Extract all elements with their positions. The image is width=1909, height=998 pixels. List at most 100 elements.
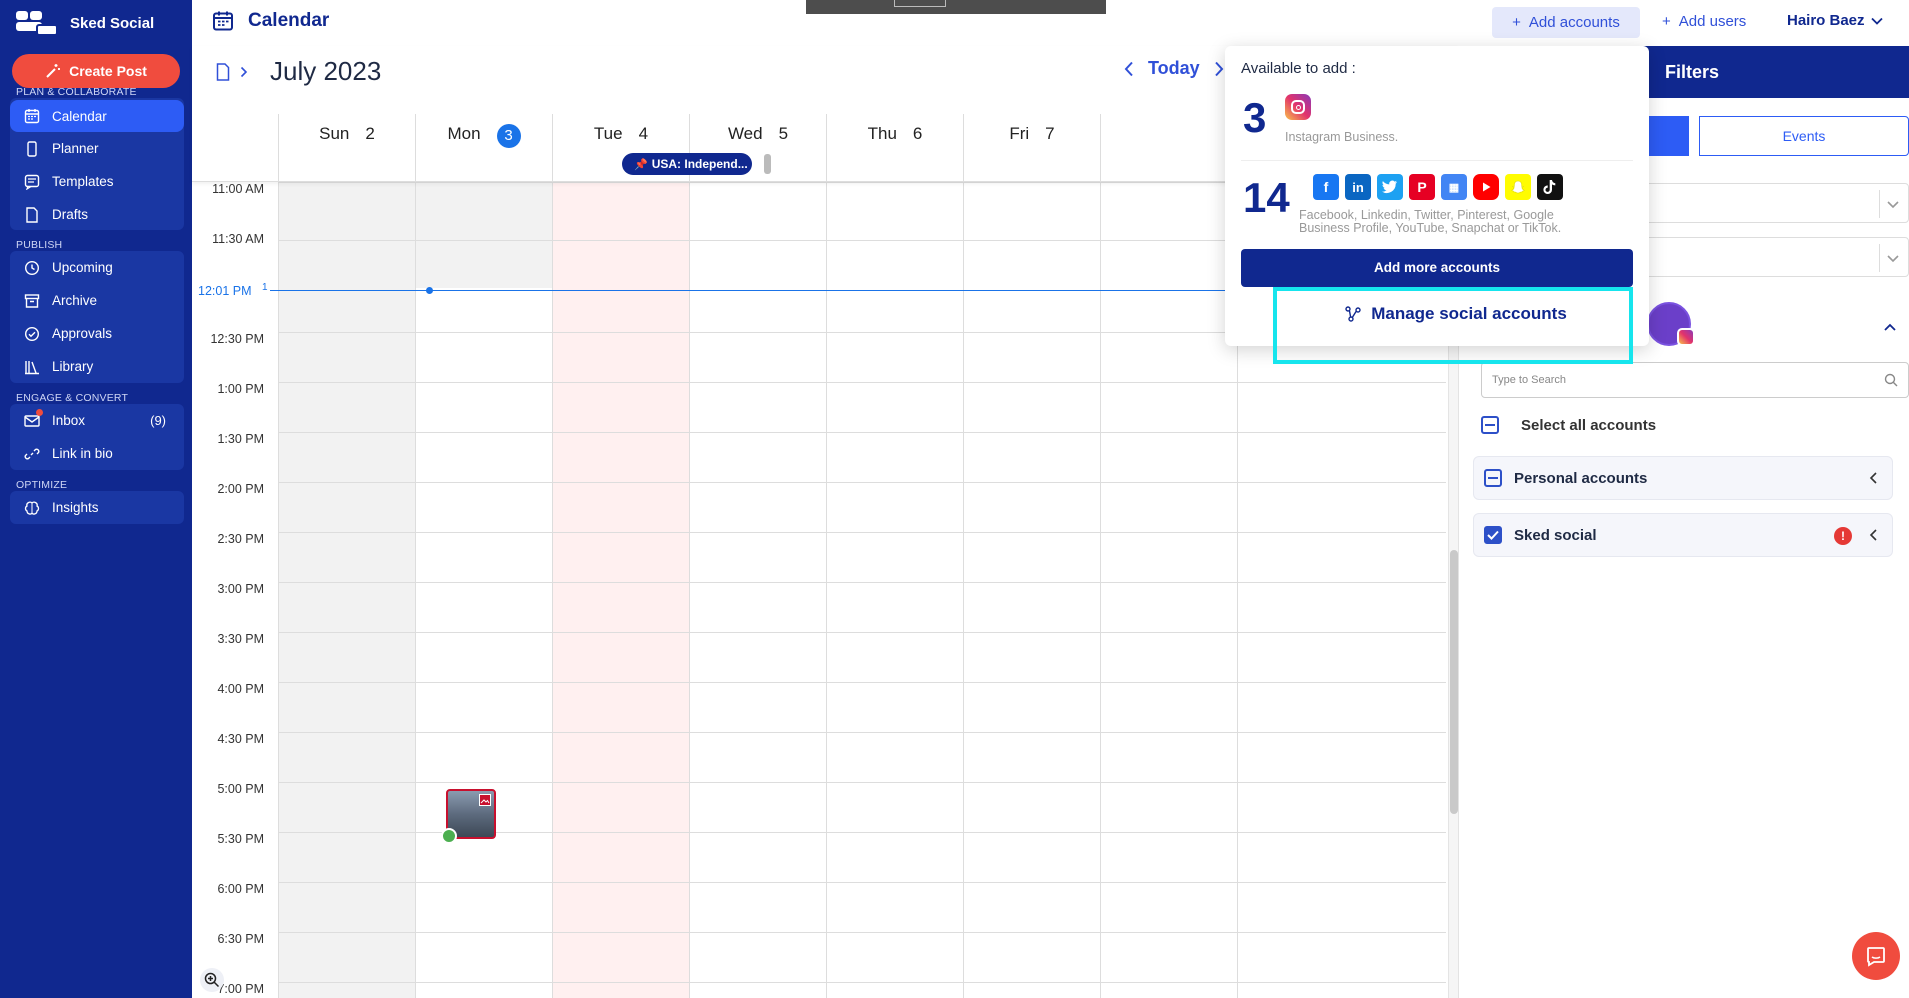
day-header-mon[interactable]: Mon 3 [415, 114, 552, 182]
personal-accounts-group[interactable]: Personal accounts [1473, 456, 1893, 500]
plus-icon: + [1512, 14, 1521, 31]
time-label: 4:30 PM [217, 732, 264, 746]
personal-accounts-label: Personal accounts [1514, 469, 1648, 487]
day-column-tue[interactable] [552, 182, 689, 998]
sidebar-item-library[interactable]: Library [10, 350, 184, 383]
user-menu[interactable]: Hairo Baez [1787, 12, 1883, 29]
add-more-accounts-button[interactable]: Add more accounts [1241, 249, 1633, 287]
time-label: 1:30 PM [217, 432, 264, 446]
chevron-up-icon[interactable] [1883, 322, 1897, 332]
time-label: 5:00 PM [217, 782, 264, 796]
create-post-button[interactable]: Create Post [12, 54, 180, 88]
add-accounts-button[interactable]: + Add accounts [1492, 7, 1640, 38]
time-label: 3:00 PM [217, 582, 264, 596]
link-icon [24, 446, 40, 462]
day-column-sat[interactable] [1100, 182, 1237, 998]
day-number: 6 [912, 124, 923, 143]
day-header-fri[interactable]: Fri 7 [963, 114, 1100, 182]
day-column-sun[interactable] [278, 182, 415, 998]
sidebar-item-insights[interactable]: Insights [10, 491, 184, 524]
sidebar-item-drafts[interactable]: Drafts [10, 198, 184, 231]
sidebar-item-calendar[interactable]: Calendar [10, 100, 184, 132]
day-name: Fri [1009, 124, 1030, 143]
popover-divider [1241, 160, 1633, 161]
tab-events[interactable]: Events [1699, 116, 1909, 156]
time-label: 5:30 PM [217, 832, 264, 846]
time-label: 6:00 PM [217, 882, 264, 896]
sidebar-item-label: Templates [52, 174, 114, 189]
popover-title: Available to add : [1241, 60, 1356, 77]
sidebar-item-planner[interactable]: Planner [10, 132, 184, 165]
hour-line [278, 432, 1446, 433]
chevron-left-icon[interactable] [1868, 471, 1878, 485]
sidebar-item-upcoming[interactable]: Upcoming [10, 251, 184, 284]
manage-social-accounts-link[interactable]: Manage social accounts [1277, 288, 1635, 340]
chevron-left-icon[interactable] [1868, 528, 1878, 542]
sidebar-item-inbox[interactable]: Inbox (9) [10, 404, 184, 437]
brand[interactable]: Sked Social [14, 8, 154, 38]
chevron-down-icon [1887, 255, 1899, 263]
time-label: 2:00 PM [217, 482, 264, 496]
instagram-icon [1285, 94, 1311, 120]
event-resize-handle[interactable] [764, 154, 771, 174]
tab-posts[interactable] [1649, 116, 1689, 156]
day-column-mon[interactable] [415, 288, 552, 998]
hour-line [278, 682, 1446, 683]
today-button[interactable]: Today [1148, 58, 1200, 79]
twitter-icon [1377, 174, 1403, 200]
sidebar-item-templates[interactable]: Templates [10, 165, 184, 198]
indeterminate-checkbox[interactable] [1484, 469, 1502, 487]
time-label: 11:00 AM [212, 182, 264, 196]
manage-social-accounts-label: Manage social accounts [1371, 304, 1567, 323]
add-accounts-popover: Available to add : 3 Instagram Business.… [1225, 46, 1649, 346]
hour-line [278, 782, 1446, 783]
sidebar-item-approvals[interactable]: Approvals [10, 317, 184, 350]
nav-group-publish: Upcoming Archive Approvals Library [10, 251, 184, 383]
magic-wand-icon [46, 64, 61, 78]
day-name: Thu [867, 124, 897, 143]
hour-line [278, 382, 1446, 383]
next-week-chevron-icon[interactable] [1214, 61, 1224, 77]
chevron-right-icon[interactable] [240, 66, 248, 78]
time-label: 12:30 PM [210, 332, 264, 346]
facebook-icon: f [1313, 174, 1339, 200]
sked-social-group[interactable]: Sked social ! [1473, 513, 1893, 557]
inbox-count-badge: (9) [150, 413, 166, 428]
zoom-button[interactable] [200, 968, 224, 992]
calendar-scrollbar-thumb[interactable] [1450, 550, 1458, 814]
hour-line [278, 982, 1446, 983]
sked-logo-icon [14, 8, 60, 38]
sidebar-item-label: Approvals [52, 326, 113, 341]
hour-line [278, 582, 1446, 583]
sidebar-item-label: Insights [52, 500, 99, 515]
time-label: 3:30 PM [217, 632, 264, 646]
day-header-sun[interactable]: Sun 2 [278, 114, 415, 182]
day-column-mon-past[interactable] [415, 182, 552, 288]
holiday-event-pill[interactable]: 📌 USA: Independ... [622, 153, 752, 175]
indeterminate-checkbox[interactable] [1481, 416, 1499, 434]
sidebar-item-archive[interactable]: Archive [10, 284, 184, 317]
chat-support-button[interactable] [1852, 932, 1900, 980]
day-column-wed[interactable] [689, 182, 826, 998]
time-label: 6:30 PM [217, 932, 264, 946]
sidebar-item-link-in-bio[interactable]: Link in bio [10, 437, 184, 470]
other-available-count: 14 [1243, 174, 1290, 221]
section-label-optimize: OPTIMIZE [16, 479, 68, 491]
prev-week-chevron-icon[interactable] [1124, 61, 1134, 77]
checked-checkbox[interactable] [1484, 526, 1502, 544]
section-label-plan: PLAN & COLLABORATE [16, 86, 137, 98]
holiday-event-label: USA: Independ... [651, 157, 748, 171]
day-column-thu[interactable] [826, 182, 963, 998]
add-accounts-label: Add accounts [1528, 14, 1620, 31]
template-icon [24, 174, 40, 190]
pin-icon: 📌 [634, 158, 648, 171]
current-time-marker: 1 [262, 282, 268, 293]
youtube-icon [1473, 174, 1499, 200]
account-search-input[interactable]: Type to Search [1481, 362, 1909, 398]
day-column-fri[interactable] [963, 182, 1100, 998]
add-users-button[interactable]: + Add users [1662, 13, 1746, 30]
document-icon[interactable] [216, 62, 230, 81]
select-all-accounts[interactable]: Select all accounts [1481, 416, 1656, 434]
month-row: July 2023 [216, 56, 381, 87]
day-header-thu[interactable]: Thu 6 [826, 114, 963, 182]
